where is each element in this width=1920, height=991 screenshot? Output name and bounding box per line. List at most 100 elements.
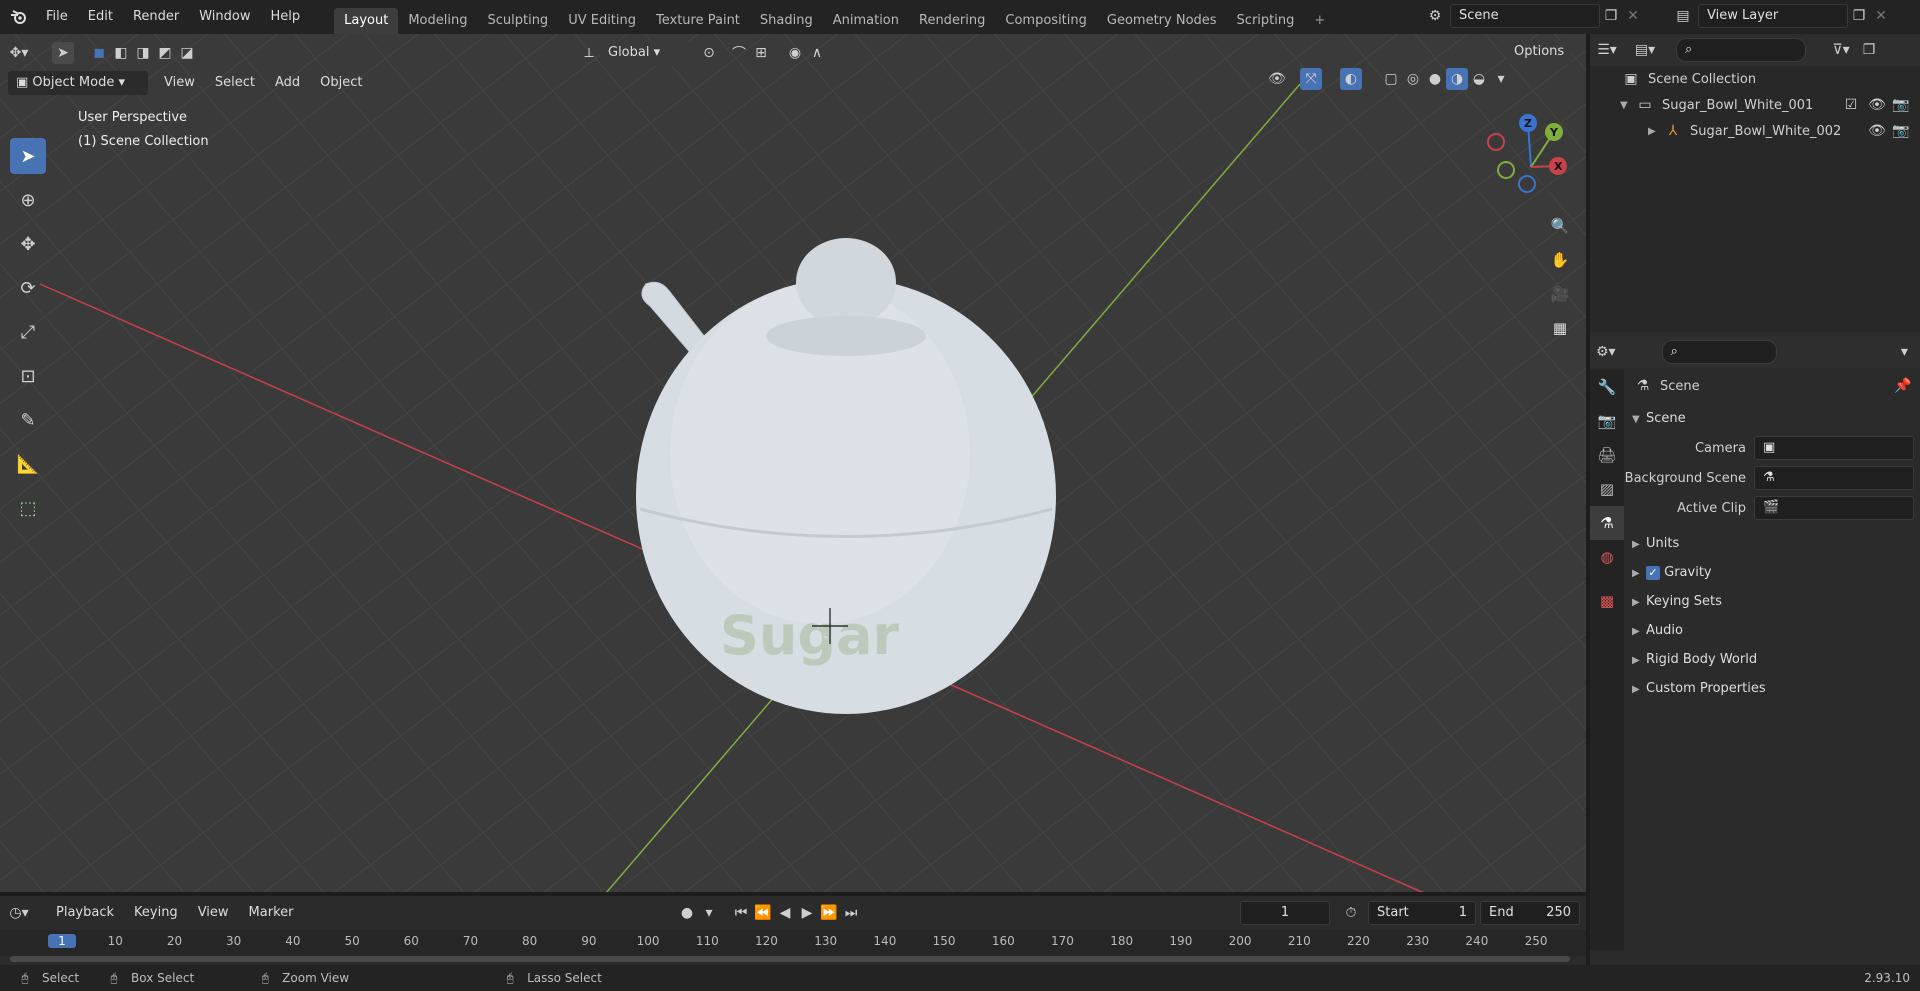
tab-sculpting[interactable]: Sculpting — [477, 8, 558, 34]
tab-layout[interactable]: Layout — [334, 8, 399, 34]
next-keyframe-icon[interactable]: ⏩ — [818, 902, 840, 924]
viewport-menu-add[interactable]: Add — [265, 71, 310, 95]
keying-sets-panel-header[interactable]: ▶ Keying Sets — [1624, 587, 1920, 616]
gravity-checkbox[interactable]: ✓ — [1646, 565, 1660, 580]
select-new-icon[interactable]: ◼ — [88, 42, 110, 64]
gizmo-toggle-icon[interactable]: ⤧ — [1300, 68, 1322, 90]
options-button[interactable]: Options — [1506, 40, 1573, 64]
shading-options-icon[interactable]: ▾ — [1490, 68, 1512, 90]
play-reverse-icon[interactable]: ◀ — [774, 902, 796, 924]
tab-geometry-nodes[interactable]: Geometry Nodes — [1097, 8, 1227, 34]
perspective-toggle-icon[interactable]: ▦ — [1546, 314, 1574, 342]
frame-ruler[interactable]: 1 10 20 30 40 50 60 70 80 90 100 110 120 130 140 150 160… — [0, 930, 1586, 956]
scene-panel-header[interactable]: ▼ Scene — [1624, 404, 1920, 433]
object-mode-dropdown[interactable]: ▣ Object Mode ▾ — [8, 71, 148, 95]
tab-rendering[interactable]: Rendering — [909, 8, 995, 34]
expand-toggle-icon[interactable]: ▶ — [1648, 126, 1662, 137]
outliner-root-row[interactable]: ▣ Scene Collection — [1590, 66, 1920, 92]
new-scene-icon[interactable]: ❐ — [1600, 5, 1622, 27]
scale-tool-icon[interactable]: ⤢ — [10, 314, 46, 350]
properties-options-icon[interactable]: ▾ — [1895, 341, 1914, 363]
rotate-tool-icon[interactable]: ⟳ — [10, 270, 46, 306]
new-collection-icon[interactable]: ❐ — [1858, 39, 1880, 61]
viewport-menu-view[interactable]: View — [154, 71, 205, 95]
scene-name-field[interactable]: Scene — [1450, 4, 1600, 28]
jump-end-icon[interactable]: ⏭ — [840, 902, 862, 924]
end-frame-field[interactable]: End 250 — [1480, 901, 1580, 925]
scene-icon[interactable]: ⚙ — [1424, 5, 1446, 27]
tab-modeling[interactable]: Modeling — [398, 8, 477, 34]
record-options-icon[interactable]: ▾ — [698, 902, 720, 924]
view-layer-tab-icon[interactable]: ▨ — [1590, 472, 1624, 506]
editor-type-icon[interactable]: ✥▾ — [8, 42, 30, 64]
snap-target-icon[interactable]: ⊞ — [750, 42, 772, 64]
camera-view-icon[interactable]: 🎥 — [1546, 280, 1574, 308]
outliner-item[interactable]: ▼ ▭ Sugar_Bowl_White_001 ☑ 👁 📷 — [1590, 92, 1920, 118]
tab-scripting[interactable]: Scripting — [1227, 8, 1305, 34]
rigid-body-panel-header[interactable]: ▶ Rigid Body World — [1624, 645, 1920, 674]
add-workspace-button[interactable]: + — [1304, 8, 1335, 34]
timeline-editor-type-icon[interactable]: ◷▾ — [8, 902, 30, 924]
select-subtract-icon[interactable]: ◨ — [132, 42, 154, 64]
add-cube-tool-icon[interactable]: ⬚ — [10, 490, 46, 526]
delete-scene-icon[interactable]: ✕ — [1622, 5, 1644, 27]
outliner-editor-type-icon[interactable]: ☰▾ — [1596, 39, 1618, 61]
xray-icon[interactable]: ▢ — [1380, 68, 1402, 90]
select-tool-mode-icon[interactable]: ➤ — [52, 42, 74, 64]
rendered-shading-icon[interactable]: ◒ — [1468, 68, 1490, 90]
gravity-panel-header[interactable]: ▶ ✓ Gravity — [1624, 558, 1920, 587]
properties-search-input[interactable]: ⌕ — [1661, 340, 1777, 364]
view-layer-icon[interactable]: ▤ — [1672, 5, 1694, 27]
jump-start-icon[interactable]: ⏮ — [730, 902, 752, 924]
timeline-menu-keying[interactable]: Keying — [124, 901, 188, 925]
outliner-search-input[interactable]: ⌕ — [1676, 38, 1806, 62]
menu-help[interactable]: Help — [261, 5, 311, 29]
viewport-menu-object[interactable]: Object — [310, 71, 372, 95]
menu-window[interactable]: Window — [189, 5, 260, 29]
outliner-item[interactable]: ▶ ⅄ Sugar_Bowl_White_002 👁 📷 — [1590, 118, 1920, 144]
falloff-icon[interactable]: ∧ — [806, 42, 828, 64]
pivot-point-icon[interactable]: ⊙ — [698, 42, 720, 64]
timeline-menu-view[interactable]: View — [188, 901, 239, 925]
select-invert-icon[interactable]: ◩ — [154, 42, 176, 64]
new-view-layer-icon[interactable]: ❐ — [1848, 5, 1870, 27]
annotate-tool-icon[interactable]: ✎ — [10, 402, 46, 438]
start-frame-field[interactable]: Start 1 — [1368, 901, 1476, 925]
timeline-scrollbar[interactable] — [10, 956, 1570, 962]
tab-uv-editing[interactable]: UV Editing — [558, 8, 646, 34]
blender-logo-icon[interactable] — [8, 6, 30, 28]
exclude-checkbox-icon[interactable]: ☑ — [1840, 94, 1862, 116]
delete-view-layer-icon[interactable]: ✕ — [1870, 5, 1892, 27]
menu-edit[interactable]: Edit — [78, 5, 123, 29]
units-panel-header[interactable]: ▶ Units — [1624, 529, 1920, 558]
tab-animation[interactable]: Animation — [823, 8, 909, 34]
viewport-menu-select[interactable]: Select — [205, 71, 265, 95]
move-tool-icon[interactable]: ✥ — [10, 226, 46, 262]
select-tool-icon[interactable]: ➤ — [10, 138, 46, 174]
texture-tab-icon[interactable]: ▩ — [1590, 584, 1624, 618]
tool-tab-icon[interactable]: 🔧 — [1590, 370, 1624, 404]
tab-compositing[interactable]: Compositing — [995, 8, 1097, 34]
overlay-toggle-icon[interactable]: ◐ — [1340, 68, 1362, 90]
pin-icon[interactable]: 📌 — [1892, 375, 1914, 397]
snap-icon[interactable]: ⌒ — [728, 42, 750, 64]
audio-panel-header[interactable]: ▶ Audio — [1624, 616, 1920, 645]
output-tab-icon[interactable]: 🖨 — [1590, 438, 1624, 472]
wireframe-shading-icon[interactable]: ◎ — [1402, 68, 1424, 90]
render-camera-icon[interactable]: 📷 — [1890, 94, 1912, 116]
navigation-gizmo[interactable]: Z Y X — [1476, 112, 1586, 222]
proportional-edit-icon[interactable]: ◉ — [784, 42, 806, 64]
pan-hand-icon[interactable]: ✋ — [1546, 246, 1574, 274]
camera-field[interactable]: ▣ — [1754, 436, 1914, 460]
cursor-tool-icon[interactable]: ⊕ — [10, 182, 46, 218]
scene-tab-icon[interactable]: ⚗ — [1590, 506, 1624, 540]
tab-texture-paint[interactable]: Texture Paint — [646, 8, 750, 34]
play-icon[interactable]: ▶ — [796, 902, 818, 924]
visibility-icon[interactable]: 👁 — [1266, 68, 1288, 90]
current-frame-field[interactable]: 1 — [1240, 901, 1330, 925]
transform-orientation-dropdown[interactable]: Global ▾ — [600, 41, 690, 65]
measure-tool-icon[interactable]: 📐 — [10, 446, 46, 482]
select-extend-icon[interactable]: ◧ — [110, 42, 132, 64]
background-scene-field[interactable]: ⚗ — [1754, 466, 1914, 490]
timeline-menu-marker[interactable]: Marker — [239, 901, 304, 925]
